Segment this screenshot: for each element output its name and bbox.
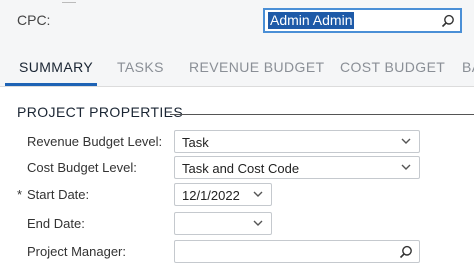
revenue-budget-level-select[interactable]: Task [174,130,420,153]
cost-budget-level-label: Cost Budget Level: [27,160,137,175]
end-date-field[interactable] [174,212,272,235]
section-divider [170,114,474,115]
revenue-budget-level-value: Task [182,135,209,150]
clipped-field-fragment [62,0,76,3]
search-icon[interactable] [399,245,413,259]
start-date-label: Start Date: [27,187,90,202]
tab-revenue-budget[interactable]: REVENUE BUDGET [189,59,325,75]
clipped-field-row [0,0,474,6]
project-manager-input[interactable] [174,240,420,263]
section-title: PROJECT PROPERTIES [17,104,184,120]
cost-budget-level-value: Task and Cost Code [182,161,300,176]
search-icon[interactable] [441,14,455,28]
revenue-budget-level-label: Revenue Budget Level: [27,134,163,149]
end-date-label: End Date: [27,216,85,231]
tab-ba[interactable]: BA [462,59,474,75]
chevron-down-icon [401,164,411,171]
tab-tasks[interactable]: TASKS [117,59,164,75]
tab-bar: SUMMARY TASKS REVENUE BUDGET COST BUDGET… [0,52,474,86]
cpc-label: CPC: [17,12,51,28]
chevron-down-icon [401,138,411,145]
project-manager-label: Project Manager: [27,244,126,259]
tab-cost-budget[interactable]: COST BUDGET [340,59,445,75]
required-indicator: * [17,187,23,202]
start-date-field[interactable]: 12/1/2022 [174,183,272,206]
start-date-value: 12/1/2022 [182,188,240,203]
cpc-input-value: Admin Admin [268,12,355,29]
cost-budget-level-select[interactable]: Task and Cost Code [174,156,420,179]
active-tab-indicator [5,83,97,86]
chevron-down-icon[interactable] [253,220,263,227]
chevron-down-icon[interactable] [253,191,263,198]
form-header: CPC: Admin Admin SUMMARY TASKS REVENUE B… [0,0,474,87]
cpc-input[interactable]: Admin Admin [263,8,462,33]
tab-summary[interactable]: SUMMARY [19,59,93,75]
